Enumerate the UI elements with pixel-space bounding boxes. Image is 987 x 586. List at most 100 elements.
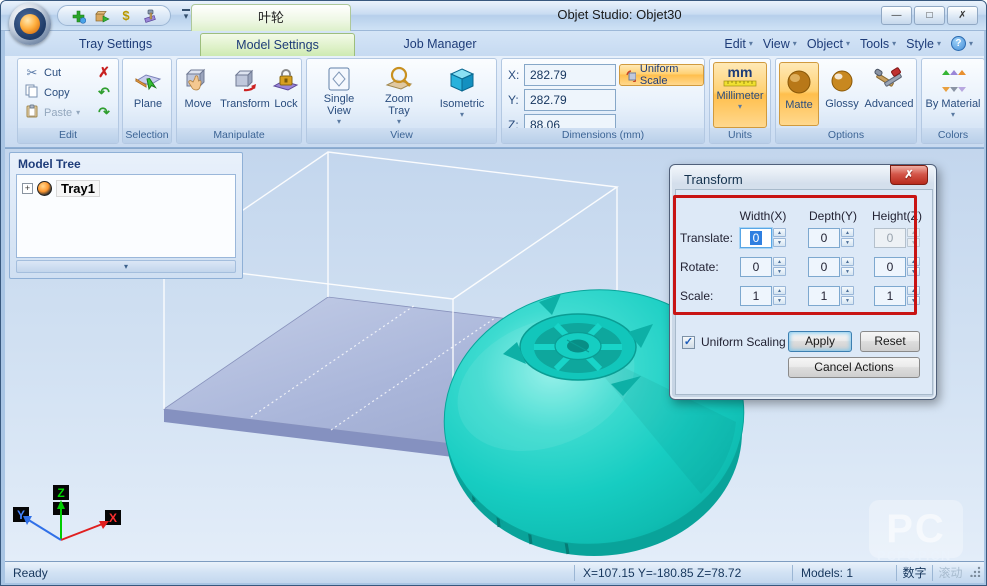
cut-icon: ✂: [24, 65, 40, 81]
dim-x-label: X:: [508, 68, 519, 82]
tab-tray-settings[interactable]: Tray Settings: [31, 33, 200, 56]
undo-icon: ↶: [98, 84, 110, 101]
ribbon-group-view: Single View ▾ Zoom Tray ▾ Isometric ▾ Vi…: [306, 58, 497, 144]
dialog-close-button[interactable]: ✗: [890, 165, 928, 185]
cut-label: Cut: [44, 67, 61, 79]
tray-node-label[interactable]: Tray1: [56, 180, 100, 197]
cost-estimate-icon[interactable]: $: [118, 7, 135, 24]
tray-node-icon: [37, 181, 52, 196]
matte-label: Matte: [785, 99, 813, 111]
move-button[interactable]: Move: [179, 62, 217, 126]
isometric-cube-icon: [447, 64, 477, 98]
maximize-button[interactable]: □: [914, 6, 945, 25]
tab-job-manager[interactable]: Job Manager: [355, 33, 525, 56]
paste-label: Paste: [44, 107, 72, 119]
cancel-actions-button[interactable]: Cancel Actions: [788, 357, 920, 378]
copy-button[interactable]: Copy: [22, 83, 72, 102]
delete-model-button[interactable]: ✗: [94, 63, 114, 82]
by-material-button[interactable]: By Material ▾: [925, 62, 981, 126]
minimize-button[interactable]: —: [881, 6, 912, 25]
units-button[interactable]: mm Millimeter ▾: [713, 62, 767, 128]
unit-abbr: mm: [728, 65, 753, 80]
insert-model-icon[interactable]: [70, 7, 87, 24]
selection-group-label: Selection: [123, 128, 171, 143]
menu-view[interactable]: View ▾: [760, 35, 800, 53]
close-button[interactable]: ✗: [947, 6, 978, 25]
menu-view-label: View: [763, 37, 790, 51]
uniform-scaling-row: ✓ Uniform Scaling: [682, 335, 786, 349]
tree-item-tray1[interactable]: + Tray1: [22, 180, 100, 197]
tree-expander-icon[interactable]: +: [22, 183, 33, 194]
paste-button[interactable]: Paste ▾: [22, 103, 82, 122]
move-hand-icon: [183, 64, 213, 98]
chevron-down-icon: ▾: [460, 110, 464, 119]
document-tab[interactable]: 叶轮: [191, 4, 351, 31]
status-models-count: Models: 1: [792, 565, 896, 581]
red-highlight-annotation: [673, 195, 917, 315]
redo-button[interactable]: ↷: [94, 103, 114, 122]
single-view-button[interactable]: Single View ▾: [313, 62, 365, 126]
dimension-y-field[interactable]: 282.79: [524, 89, 616, 111]
tab-model-settings[interactable]: Model Settings: [200, 33, 355, 56]
menu-edit[interactable]: Edit ▾: [721, 35, 756, 53]
advanced-button[interactable]: Advanced: [863, 62, 915, 126]
undo-button[interactable]: ↶: [94, 83, 114, 102]
open-tray-icon[interactable]: [94, 7, 111, 24]
glossy-button[interactable]: Glossy: [821, 62, 863, 126]
ribbon: ✂ Cut Copy Paste ▾ ✗ ↶: [5, 56, 984, 148]
chevron-down-icon: ▾: [76, 108, 80, 117]
ribbon-tab-row: Tray Settings Model Settings Job Manager…: [5, 31, 984, 56]
objet-studio-window: $ ▾ 叶轮 Objet Studio: Objet30 — □ ✗ Tray …: [0, 0, 987, 586]
num-lock-indicator: 数字: [896, 565, 932, 581]
quick-access-toolbar: $: [57, 5, 171, 26]
advanced-tools-icon: [874, 64, 904, 98]
isometric-button[interactable]: Isometric ▾: [433, 62, 491, 126]
matte-sphere-icon: [786, 65, 812, 99]
menu-tools-label: Tools: [860, 37, 889, 51]
resize-grip[interactable]: [968, 565, 984, 581]
menu-tools[interactable]: Tools ▾: [857, 35, 899, 53]
dim-y-label: Y:: [508, 93, 519, 107]
menu-style[interactable]: Style ▾: [903, 35, 944, 53]
chevron-down-icon: ▾: [793, 39, 797, 48]
transform-button[interactable]: Transform: [219, 62, 271, 126]
viewport-area: Z X Y Model Tree + Tray1 ▾ Transform ✗: [5, 148, 984, 561]
delete-icon: ✗: [98, 64, 110, 81]
zoom-tray-button[interactable]: Zoom Tray ▾: [373, 62, 425, 126]
menu-object-label: Object: [807, 37, 843, 51]
model-tree-collapse-bar[interactable]: ▾: [16, 260, 236, 273]
apply-button[interactable]: Apply: [788, 331, 852, 352]
axis-z-label: Z: [57, 486, 64, 500]
transform-icon: [230, 64, 260, 98]
ribbon-group-edit: ✂ Cut Copy Paste ▾ ✗ ↶: [17, 58, 119, 144]
menu-help[interactable]: ? ▾: [948, 34, 976, 53]
dimension-x-field[interactable]: 282.79: [524, 64, 616, 86]
window-title: Objet Studio: Objet30: [381, 7, 858, 22]
chevron-down-icon: ▾: [937, 39, 941, 48]
model-tree-panel: Model Tree + Tray1 ▾: [9, 152, 243, 279]
application-orb-button[interactable]: [9, 3, 51, 45]
units-group-label: Units: [710, 128, 770, 143]
reset-button[interactable]: Reset: [860, 331, 920, 352]
uniform-scale-toggle[interactable]: Uniform Scale: [619, 64, 704, 86]
lock-icon: [272, 64, 300, 98]
uniform-scaling-checkbox[interactable]: ✓: [682, 336, 695, 349]
move-label: Move: [185, 98, 212, 110]
plane-selection-button[interactable]: Plane: [126, 62, 170, 126]
status-ready: Ready: [5, 565, 574, 581]
dimensions-group-label: Dimensions (mm): [502, 128, 704, 143]
build-tools-icon[interactable]: [142, 7, 159, 24]
menu-object[interactable]: Object ▾: [804, 35, 853, 53]
axis-triad: Z X Y: [13, 485, 121, 540]
lock-button[interactable]: Lock: [271, 62, 301, 126]
chevron-down-icon: ▾: [846, 39, 850, 48]
matte-button[interactable]: Matte: [779, 62, 819, 126]
title-bar: $ ▾ 叶轮 Objet Studio: Objet30 — □ ✗: [1, 1, 987, 31]
transform-dialog: Transform ✗ Width(X) Depth(Y) Height(Z) …: [669, 164, 937, 400]
glossy-sphere-icon: [829, 64, 855, 98]
transform-dialog-title: Transform: [684, 172, 743, 187]
model-tree-box: + Tray1: [16, 174, 236, 258]
cut-button[interactable]: ✂ Cut: [22, 63, 63, 82]
ribbon-group-selection: Plane Selection: [122, 58, 172, 144]
copy-label: Copy: [44, 87, 70, 99]
